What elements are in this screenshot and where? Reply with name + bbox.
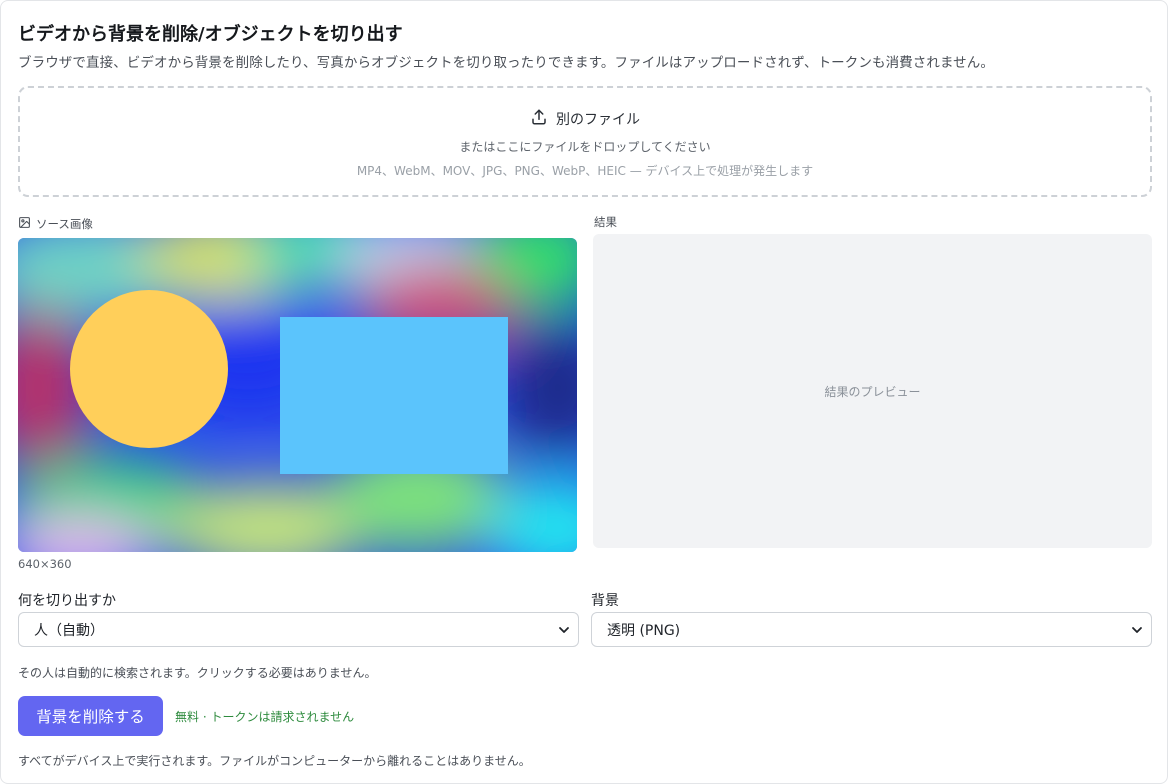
- image-icon: [18, 216, 31, 232]
- source-label-text: ソース画像: [36, 217, 93, 231]
- target-select-value: 人（自動）: [34, 622, 104, 639]
- dropzone-instruction: またはここにファイルをドロップしてください: [459, 140, 711, 154]
- chevron-down-icon: [559, 627, 569, 633]
- app-panel: ビデオから背景を削除/オブジェクトを切り出す ブラウザで直接、ビデオから背景を削…: [0, 0, 1168, 784]
- source-dimensions: 640×360: [18, 557, 72, 571]
- target-select[interactable]: 人（自動）: [18, 612, 579, 647]
- choose-file-button[interactable]: 別のファイル: [556, 109, 640, 129]
- free-note: 無料 · トークンは請求されません: [175, 710, 355, 724]
- background-select[interactable]: 透明 (PNG): [591, 612, 1152, 647]
- background-label: 背景: [591, 593, 619, 609]
- page-title: ビデオから背景を削除/オブジェクトを切り出す: [18, 24, 403, 45]
- file-dropzone[interactable]: 別のファイル またはここにファイルをドロップしてください MP4、WebM、MO…: [18, 86, 1152, 197]
- target-label: 何を切り出すか: [18, 593, 116, 609]
- page-subtitle: ブラウザで直接、ビデオから背景を削除したり、写真からオブジェクトを切り取ったりで…: [18, 55, 994, 71]
- source-label: ソース画像: [18, 216, 93, 232]
- result-placeholder: 結果のプレビュー: [824, 384, 921, 399]
- privacy-footer: すべてがデバイス上で実行されます。ファイルがコンピューターから離れることはありま…: [18, 754, 531, 768]
- result-preview: 結果のプレビュー: [593, 234, 1152, 548]
- source-image-preview: [18, 238, 577, 552]
- detection-note: その人は自動的に検索されます。クリックする必要はありません。: [18, 666, 377, 680]
- upload-icon: [530, 108, 548, 130]
- background-select-value: 透明 (PNG): [607, 622, 681, 639]
- result-label: 結果: [594, 215, 617, 229]
- chevron-down-icon: [1132, 627, 1142, 633]
- dropzone-format-hint: MP4、WebM、MOV、JPG、PNG、WebP、HEIC — デバイス上で処…: [356, 164, 814, 178]
- remove-background-button[interactable]: 背景を削除する: [18, 696, 163, 736]
